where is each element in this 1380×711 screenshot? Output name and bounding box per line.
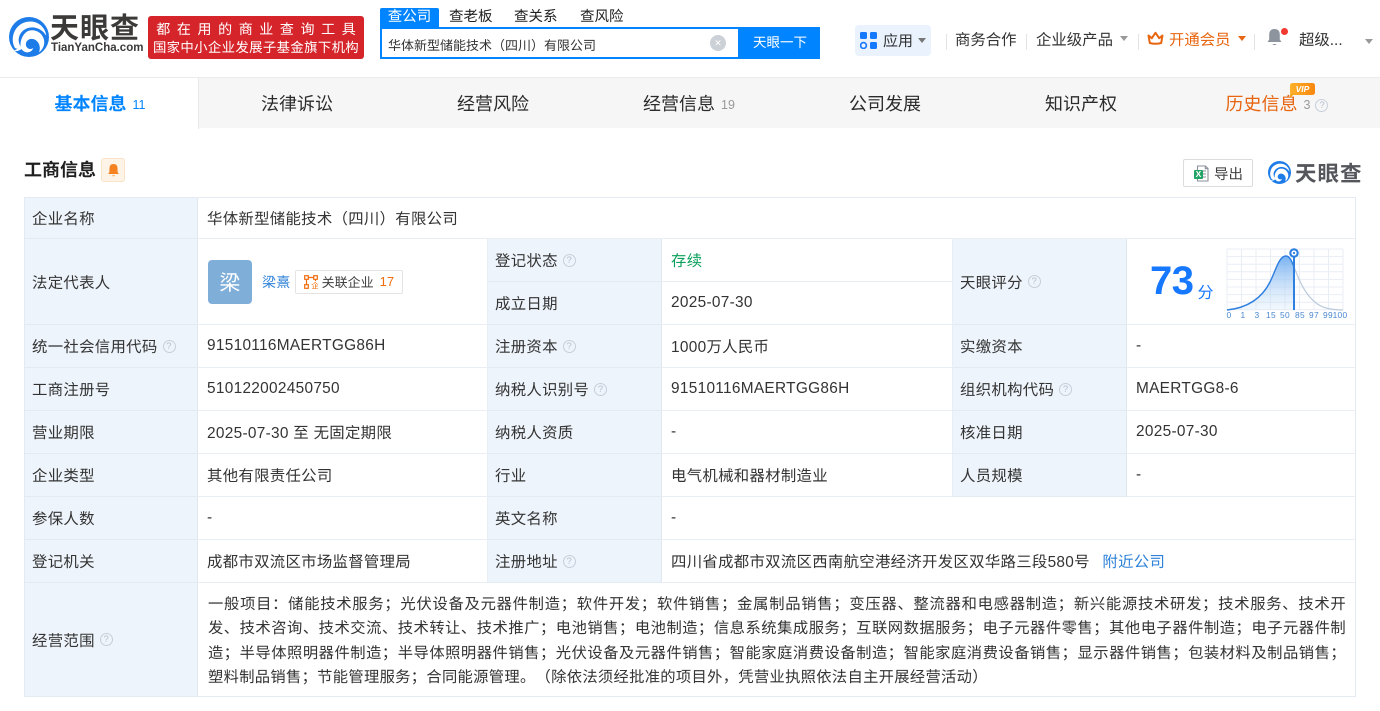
svg-text:1: 1 [1240, 310, 1245, 319]
svg-text:X: X [1196, 169, 1202, 179]
svg-text:85: 85 [1295, 310, 1305, 319]
svg-text:97: 97 [1309, 310, 1319, 319]
svg-text:15: 15 [1266, 310, 1276, 319]
svg-text:企: 企 [311, 280, 318, 289]
svg-text:3: 3 [1254, 310, 1259, 319]
svg-text:0: 0 [1226, 310, 1231, 319]
svg-text:99: 99 [1323, 310, 1333, 319]
svg-text:50: 50 [1280, 310, 1290, 319]
svg-text:100: 100 [1332, 310, 1347, 319]
